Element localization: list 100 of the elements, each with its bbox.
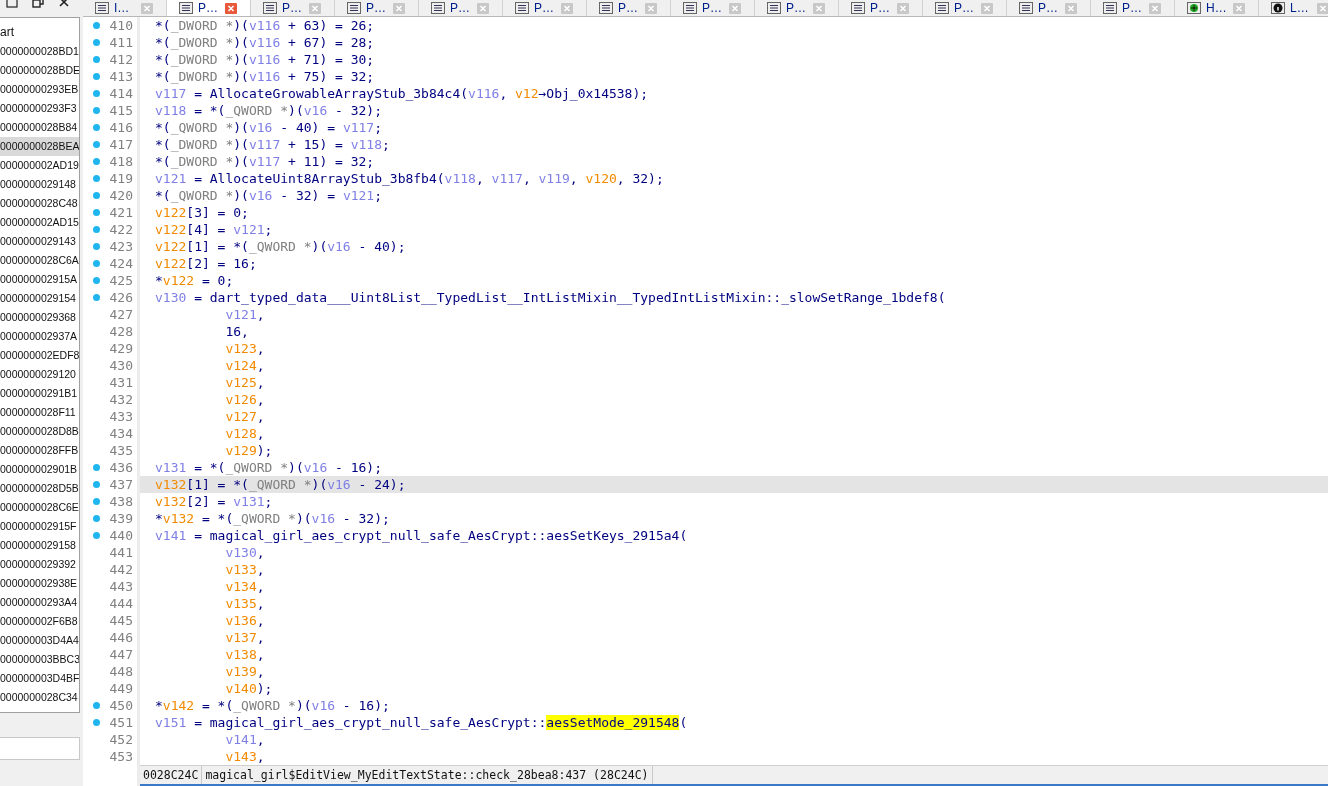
function-list-item[interactable]: 0000000028C48	[0, 194, 79, 213]
code-line: v117 = AllocateGrowableArrayStub_3b84c4(v116, v12→Obj_0x14538);	[155, 85, 649, 102]
code-line: v125,	[225, 374, 265, 391]
function-list-item[interactable]: 0000000028C6E	[0, 498, 79, 517]
line-number: 429	[108, 341, 133, 356]
function-list-item[interactable]: 000000002937A	[0, 327, 79, 346]
function-list-item[interactable]: 00000000293F3	[0, 99, 79, 118]
tab[interactable]: P…	[671, 0, 755, 16]
line-number: 431	[108, 375, 133, 390]
line-number: 413	[108, 69, 133, 84]
line-number: 449	[108, 681, 133, 696]
function-list-item[interactable]: 000000002F6B8	[0, 612, 79, 631]
function-list-item[interactable]: 0000000029120	[0, 365, 79, 384]
line-number: 434	[108, 426, 133, 441]
list-icon	[179, 2, 193, 14]
location-label: magical_girl$EditView_MyEditTextState::check_28bea8:437 (28C24C)	[202, 766, 653, 784]
function-list-item[interactable]: 0000000029392	[0, 555, 79, 574]
function-list-item[interactable]: 00000000291B1	[0, 384, 79, 403]
function-list-item[interactable]: 0000000028F11	[0, 403, 79, 422]
function-list-item[interactable]: 0000000028FFB	[0, 441, 79, 460]
code-line: v122[3] = 0;	[155, 204, 249, 221]
function-list-item[interactable]: 000000002901B	[0, 460, 79, 479]
tab[interactable]: P…	[587, 0, 671, 16]
code-line: v128,	[225, 425, 265, 442]
tab[interactable]: P…	[167, 0, 251, 16]
line-number: 436	[108, 460, 133, 475]
tab[interactable]: P…	[755, 0, 839, 16]
code-line: 16,	[225, 323, 249, 340]
line-number: 452	[108, 732, 133, 747]
code-line: v139,	[225, 663, 265, 680]
line-number: 451	[108, 715, 133, 730]
function-list-item[interactable]: 0000000028C6A	[0, 251, 79, 270]
function-list-item[interactable]: 000000003D4BF	[0, 669, 79, 688]
tab[interactable]: P…	[923, 0, 1007, 16]
line-number: 442	[108, 562, 133, 577]
code-line: *(_QWORD *)(v16 - 40) = v117;	[155, 119, 382, 136]
tab[interactable]: H…	[1175, 0, 1259, 16]
code-line: *(_DWORD *)(v116 + 63) = 26;	[155, 17, 375, 34]
function-list-item[interactable]: 0000000029368	[0, 308, 79, 327]
filter-field[interactable]	[0, 737, 80, 760]
line-number: 440	[108, 528, 133, 543]
line-number: 428	[108, 324, 133, 339]
code-line: v141 = magical_girl_aes_crypt_null_safe_AesCrypt::aesSetKeys_2915a4(	[155, 527, 688, 544]
tab[interactable]: I…	[83, 0, 167, 16]
line-number: 422	[108, 222, 133, 237]
code-line: *(_QWORD *)(v16 - 32) = v121;	[155, 187, 382, 204]
tab[interactable]: P…	[251, 0, 335, 16]
function-list-item[interactable]: 000000003D4A4	[0, 631, 79, 650]
function-list-item[interactable]: 0000000029148	[0, 175, 79, 194]
line-number: 450	[108, 698, 133, 713]
code-line: *(_DWORD *)(v116 + 75) = 32;	[155, 68, 375, 85]
line-number: 435	[108, 443, 133, 458]
function-list-item[interactable]: 000000002EDF8	[0, 346, 79, 365]
code-line: v137,	[225, 629, 265, 646]
function-list-item[interactable]: 0000000028D5B	[0, 479, 79, 498]
code-line: v124,	[225, 357, 265, 374]
code-line: v130 = dart_typed_data___Uint8List__TypedList__IntListMixin__TypedIntListMixin::_slowSetRange_1bdef8(	[155, 289, 946, 306]
function-list-item[interactable]: 000000002AD15	[0, 213, 79, 232]
line-number: 423	[108, 239, 133, 254]
function-list-item[interactable]: 0000000028BD1	[0, 42, 79, 61]
tab[interactable]: P…	[839, 0, 923, 16]
code-line: v129);	[225, 442, 273, 459]
function-list-item[interactable]: 000000002915F	[0, 517, 79, 536]
tab[interactable]: P…	[419, 0, 503, 16]
function-list-item[interactable]: 00000000293A4	[0, 593, 79, 612]
code-line: v140);	[225, 680, 273, 697]
line-number: 432	[108, 392, 133, 407]
address-label: 0028C24C	[140, 766, 203, 784]
line-number: 441	[108, 545, 133, 560]
code-line: *(_DWORD *)(v117 + 15) = v118;	[155, 136, 390, 153]
function-list-item[interactable]: 0000000028BEA	[0, 137, 79, 156]
code-line: v132[2] = v131;	[155, 493, 273, 510]
function-list-item[interactable]: 000000002938E	[0, 574, 79, 593]
tab[interactable]: P…	[1007, 0, 1091, 16]
function-list-item[interactable]: 0000000029143	[0, 232, 79, 251]
function-list-item[interactable]: 0000000029154	[0, 289, 79, 308]
line-number: 424	[108, 256, 133, 271]
code-line: v141,	[225, 731, 265, 748]
function-list-item[interactable]: 0000000028BDE	[0, 61, 79, 80]
function-list-item[interactable]: 0000000028B84	[0, 118, 79, 137]
line-number: 425	[108, 273, 133, 288]
function-list-item[interactable]: 000000003BBC3	[0, 650, 79, 669]
code-line: v131 = *(_QWORD *)(v16 - 16);	[155, 459, 382, 476]
function-list-item[interactable]: 0000000028D8B	[0, 422, 79, 441]
code-line: *(_DWORD *)(v116 + 67) = 28;	[155, 34, 375, 51]
function-list-item[interactable]: 00000000293EB	[0, 80, 79, 99]
tab[interactable]: P…	[335, 0, 419, 16]
code-line: v130,	[225, 544, 265, 561]
tab[interactable]: P…	[503, 0, 587, 16]
tab[interactable]: P…	[1091, 0, 1175, 16]
code-line: v143,	[225, 748, 265, 765]
function-list-item[interactable]: 000000002AD19	[0, 156, 79, 175]
line-number: 438	[108, 494, 133, 509]
function-list-item[interactable]: 000000002915A	[0, 270, 79, 289]
tab[interactable]: L…	[1259, 0, 1328, 16]
code-line: v135,	[225, 595, 265, 612]
line-number: 430	[108, 358, 133, 373]
function-list-item[interactable]: 0000000028C34	[0, 688, 79, 707]
code-line: v122[2] = 16;	[155, 255, 257, 272]
function-list-item[interactable]: 0000000029158	[0, 536, 79, 555]
